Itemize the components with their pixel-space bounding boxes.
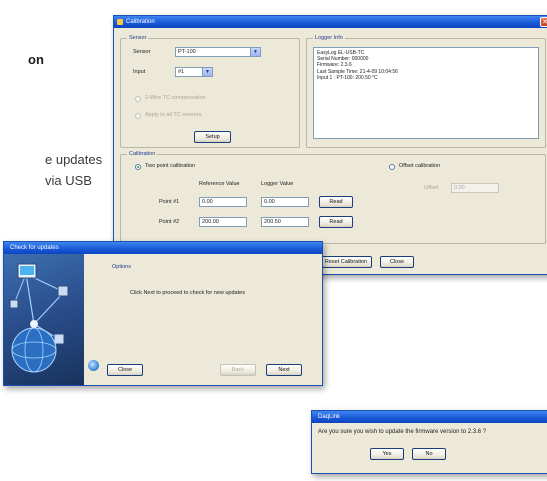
sensor-group-label: Sensor bbox=[127, 35, 149, 41]
sensor-select[interactable]: PT-100 ▼ bbox=[175, 47, 261, 57]
update-instruction: Click Next to proceed to check for new u… bbox=[130, 290, 245, 296]
logger-info-box: EasyLog EL-USB-TC Serial Number: 000000 … bbox=[313, 47, 539, 139]
yes-button[interactable]: Yes bbox=[370, 448, 404, 460]
no-button[interactable]: No bbox=[412, 448, 446, 460]
close-window-icon[interactable]: ✕ bbox=[540, 17, 547, 27]
confirm-message: Are you sure you wish to update the firm… bbox=[318, 429, 487, 435]
gear-icon bbox=[88, 360, 99, 371]
confirm-titlebar: DaqLink bbox=[312, 411, 547, 423]
offset-calibration-label: Offset calibration bbox=[399, 163, 441, 169]
point1-reference-field[interactable]: 0.00 bbox=[199, 197, 247, 207]
offset-field[interactable]: 0.00 bbox=[451, 183, 499, 193]
input-select[interactable]: #1 ▼ bbox=[175, 67, 213, 77]
calibration-window: Calibration ✕ Sensor Sensor PT-100 ▼ Inp… bbox=[113, 15, 547, 275]
calibration-title: Calibration bbox=[126, 19, 155, 25]
two-point-radio[interactable] bbox=[135, 164, 141, 170]
sensor-group: Sensor Sensor PT-100 ▼ Input #1 ▼ 2-Wire… bbox=[120, 35, 300, 148]
point2-read-button[interactable]: Read bbox=[319, 216, 353, 228]
logger-info-label: Logger Info bbox=[313, 35, 345, 41]
point1-label: Point #1 bbox=[159, 199, 180, 205]
sensor-label: Sensor bbox=[133, 49, 151, 55]
page-text-line1: e updates bbox=[45, 152, 103, 167]
logger-info-line: Input 1 : PT-100: 200.50 °C bbox=[317, 74, 378, 81]
point2-reference-field[interactable]: 200.00 bbox=[199, 217, 247, 227]
point2-label: Point #2 bbox=[159, 219, 180, 225]
input-label: Input bbox=[133, 69, 146, 75]
tc-compensation-radio[interactable] bbox=[135, 96, 141, 102]
calibration-group-label: Calibration bbox=[127, 151, 158, 157]
close-button[interactable]: Close bbox=[380, 256, 414, 268]
two-point-label: Two point calibration bbox=[145, 163, 196, 169]
update-title: Check for updates bbox=[10, 245, 59, 251]
globe-network-icon bbox=[9, 263, 69, 373]
update-back-button[interactable]: Back bbox=[220, 364, 256, 376]
sensor-select-value: PT-100 bbox=[178, 49, 196, 55]
logger-info-group: Logger Info EasyLog EL-USB-TC Serial Num… bbox=[306, 35, 546, 148]
calibration-titlebar: Calibration bbox=[114, 16, 547, 28]
apply-all-radio[interactable] bbox=[135, 113, 141, 119]
calibration-group: Calibration Two point calibration Offset… bbox=[120, 151, 546, 244]
setup-button[interactable]: Setup bbox=[194, 131, 231, 143]
logger-value-header: Logger Value bbox=[261, 181, 294, 187]
update-close-button[interactable]: Close bbox=[107, 364, 143, 376]
update-window: Check for updates Options Click Next to … bbox=[3, 241, 323, 386]
page-heading-fragment: on bbox=[28, 52, 44, 67]
offset-radio[interactable] bbox=[389, 164, 395, 170]
confirm-title: DaqLink bbox=[318, 414, 341, 420]
apply-all-label: Apply to all TC sensors bbox=[145, 112, 202, 118]
app-icon bbox=[117, 19, 123, 25]
point2-logger-field[interactable]: 200.50 bbox=[261, 217, 309, 227]
input-select-value: #1 bbox=[178, 69, 185, 75]
offset-field-label: Offset bbox=[424, 185, 439, 191]
tc-compensation-label: 2-Wire TC compensation bbox=[145, 95, 206, 101]
page-text-line2: via USB bbox=[45, 173, 92, 188]
wizard-side-image bbox=[4, 254, 84, 385]
chevron-down-icon: ▼ bbox=[202, 68, 212, 76]
update-next-button[interactable]: Next bbox=[266, 364, 302, 376]
chevron-down-icon: ▼ bbox=[250, 48, 260, 56]
update-titlebar: Check for updates bbox=[4, 242, 322, 254]
confirm-dialog: DaqLink Are you sure you wish to update … bbox=[311, 410, 547, 474]
options-section-label: Options bbox=[112, 264, 131, 270]
point1-read-button[interactable]: Read bbox=[319, 196, 353, 208]
reset-calibration-button[interactable]: Reset Calibration bbox=[320, 256, 372, 268]
point1-logger-field[interactable]: 0.00 bbox=[261, 197, 309, 207]
reference-value-header: Reference Value bbox=[199, 181, 240, 187]
